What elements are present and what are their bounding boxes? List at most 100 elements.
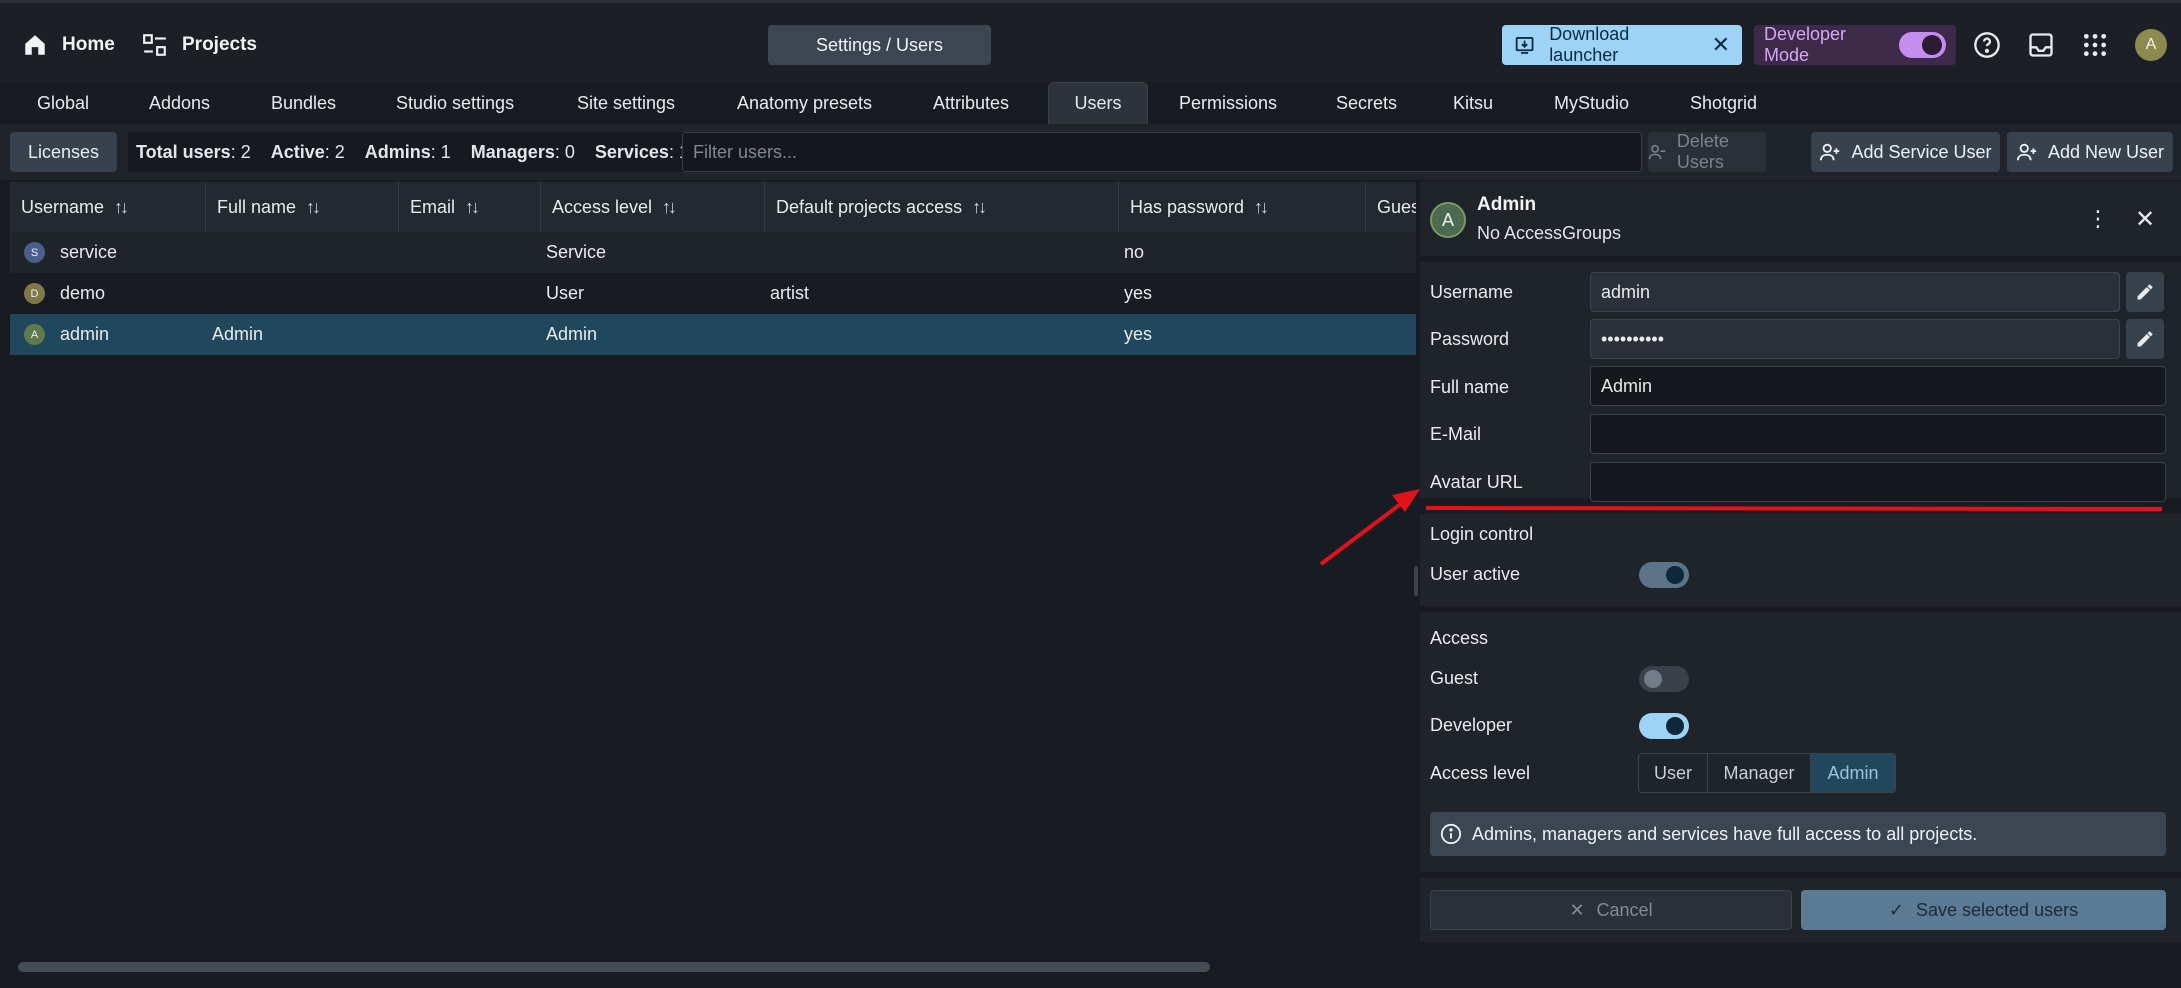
user-avatar[interactable]: A (2135, 29, 2167, 61)
users-table: Username ↑↓ Full name ↑↓ Email ↑↓ Access le… (10, 182, 1416, 980)
pencil-icon (2137, 284, 2153, 300)
licenses-button[interactable]: Licenses (10, 132, 117, 172)
sort-icon[interactable]: ↑↓ (306, 197, 321, 218)
row-avatar: A (24, 324, 45, 345)
info-icon (1440, 823, 1462, 845)
sort-icon[interactable]: ↑↓ (1254, 197, 1269, 218)
table-row[interactable]: Ddemo User artist yes (10, 273, 1416, 314)
email-input[interactable] (1590, 414, 2166, 454)
sort-icon[interactable]: ↑↓ (972, 197, 987, 218)
password-input[interactable] (1590, 319, 2120, 359)
sort-icon[interactable]: ↑↓ (114, 197, 129, 218)
column-header-email[interactable]: Email ↑↓ (399, 182, 541, 232)
table-row-selected[interactable]: Aadmin Admin Admin yes (10, 314, 1416, 355)
home-icon (25, 35, 45, 55)
download-icon (1515, 37, 1534, 54)
developer-mode-toggle[interactable]: Developer Mode (1754, 24, 1956, 65)
cell-access-level: User (546, 283, 585, 303)
tab-bundles[interactable]: Bundles (271, 82, 336, 124)
cell-has-password: yes (1124, 283, 1153, 303)
tab-anatomy-presets[interactable]: Anatomy presets (737, 82, 872, 124)
access-level-admin[interactable]: Admin (1811, 754, 1895, 792)
home-button[interactable]: Home (22, 27, 115, 63)
tab-shotgrid[interactable]: Shotgrid (1690, 82, 1757, 124)
full-name-label: Full name (1430, 377, 1510, 397)
guest-label: Guest (1430, 668, 1479, 688)
tab-kitsu[interactable]: Kitsu (1453, 82, 1493, 124)
apps-grid-icon[interactable] (2079, 29, 2111, 61)
save-selected-users-button[interactable]: ✓ Save selected users (1801, 890, 2166, 930)
login-control-title: Login control (1430, 524, 1534, 544)
horizontal-scrollbar[interactable] (18, 962, 1210, 972)
inbox-icon[interactable] (2025, 29, 2057, 61)
tab-addons[interactable]: Addons (149, 82, 210, 124)
cancel-button[interactable]: ✕ Cancel (1430, 890, 1792, 930)
download-launcher-label[interactable]: Download launcher (1549, 24, 1697, 66)
column-header-username[interactable]: Username ↑↓ (10, 182, 206, 232)
users-toolbar: Licenses Total users: 2 Active: 2 Admins… (0, 124, 2181, 180)
column-header-has-password[interactable]: Has password ↑↓ (1119, 182, 1366, 232)
cell-username: demo (60, 283, 106, 303)
user-active-toggle[interactable] (1639, 562, 1689, 588)
add-service-user-button[interactable]: Add Service User (1811, 132, 2000, 172)
projects-icon (143, 34, 166, 56)
access-level-user[interactable]: User (1639, 754, 1708, 792)
tab-users[interactable]: Users (1048, 82, 1148, 124)
login-control-section: Login control User active (1420, 514, 2181, 606)
stat-managers: Managers: 0 (470, 141, 575, 162)
breadcrumb[interactable]: Settings / Users (768, 25, 991, 65)
sort-icon[interactable]: ↑↓ (465, 197, 480, 218)
access-level-selector: User Manager Admin (1638, 753, 1896, 793)
tab-attributes[interactable]: Attributes (933, 82, 1009, 124)
access-info-text: Admins, managers and services have full … (1472, 823, 1978, 844)
close-icon: ✕ (1569, 899, 1585, 920)
check-icon: ✓ (1888, 899, 1904, 920)
tab-secrets[interactable]: Secrets (1336, 82, 1397, 124)
top-bar: Home Projects Settings / Users Download … (0, 0, 2181, 82)
row-avatar: S (24, 242, 45, 263)
projects-button[interactable]: Projects (142, 27, 257, 63)
stat-active: Active: 2 (270, 141, 345, 162)
column-header-guest[interactable]: Gues (1366, 182, 1416, 232)
download-launcher-banner[interactable]: Download launcher ✕ (1502, 24, 1742, 66)
guest-toggle[interactable] (1639, 666, 1689, 692)
username-input[interactable] (1590, 272, 2120, 312)
tab-studio-settings[interactable]: Studio settings (396, 82, 514, 124)
tab-site-settings[interactable]: Site settings (577, 82, 675, 124)
close-icon[interactable]: ✕ (2130, 204, 2160, 234)
person-add-icon (2016, 143, 2037, 161)
full-name-input[interactable] (1590, 366, 2166, 406)
user-fields-section: Username Password Full name E-Mail Avata… (1420, 262, 2181, 502)
tab-permissions[interactable]: Permissions (1179, 82, 1277, 124)
panel-footer: ✕ Cancel ✓ Save selected users (1420, 878, 2181, 942)
edit-username-button[interactable] (2126, 272, 2164, 312)
tab-mystudio[interactable]: MyStudio (1554, 82, 1629, 124)
sort-icon[interactable]: ↑↓ (662, 197, 677, 218)
help-icon[interactable] (1971, 29, 2003, 61)
cell-has-password: no (1124, 242, 1145, 262)
close-icon[interactable]: ✕ (1712, 34, 1730, 56)
add-new-user-button[interactable]: Add New User (2007, 132, 2173, 172)
column-header-access-level[interactable]: Access level ↑↓ (541, 182, 765, 232)
panel-header: A Admin No AccessGroups ⋮ ✕ (1420, 182, 2181, 256)
filter-users-input[interactable] (682, 132, 1642, 172)
table-row[interactable]: Sservice Service no (10, 232, 1416, 273)
access-level-manager[interactable]: Manager (1708, 754, 1811, 792)
column-header-default-projects-access[interactable]: Default projects access ↑↓ (765, 182, 1119, 232)
column-header-full-name[interactable]: Full name ↑↓ (206, 182, 399, 232)
more-vertical-icon[interactable]: ⋮ (2083, 204, 2113, 234)
cell-username: service (60, 242, 118, 262)
developer-label: Developer (1430, 715, 1513, 735)
developer-toggle[interactable] (1639, 713, 1689, 739)
projects-label: Projects (182, 34, 257, 55)
edit-password-button[interactable] (2126, 319, 2164, 359)
stat-services: Services: 1 (594, 141, 689, 162)
access-title: Access (1430, 628, 1489, 648)
table-header: Username ↑↓ Full name ↑↓ Email ↑↓ Access le… (10, 182, 1416, 232)
avatar-url-input[interactable] (1590, 462, 2166, 502)
username-label: Username (1430, 282, 1514, 302)
developer-mode-switch[interactable] (1898, 32, 1946, 58)
panel-resize-handle[interactable] (1414, 566, 1418, 596)
tab-global[interactable]: Global (37, 82, 89, 124)
user-stats: Total users: 2 Active: 2 Admins: 1 Manag… (128, 132, 697, 172)
